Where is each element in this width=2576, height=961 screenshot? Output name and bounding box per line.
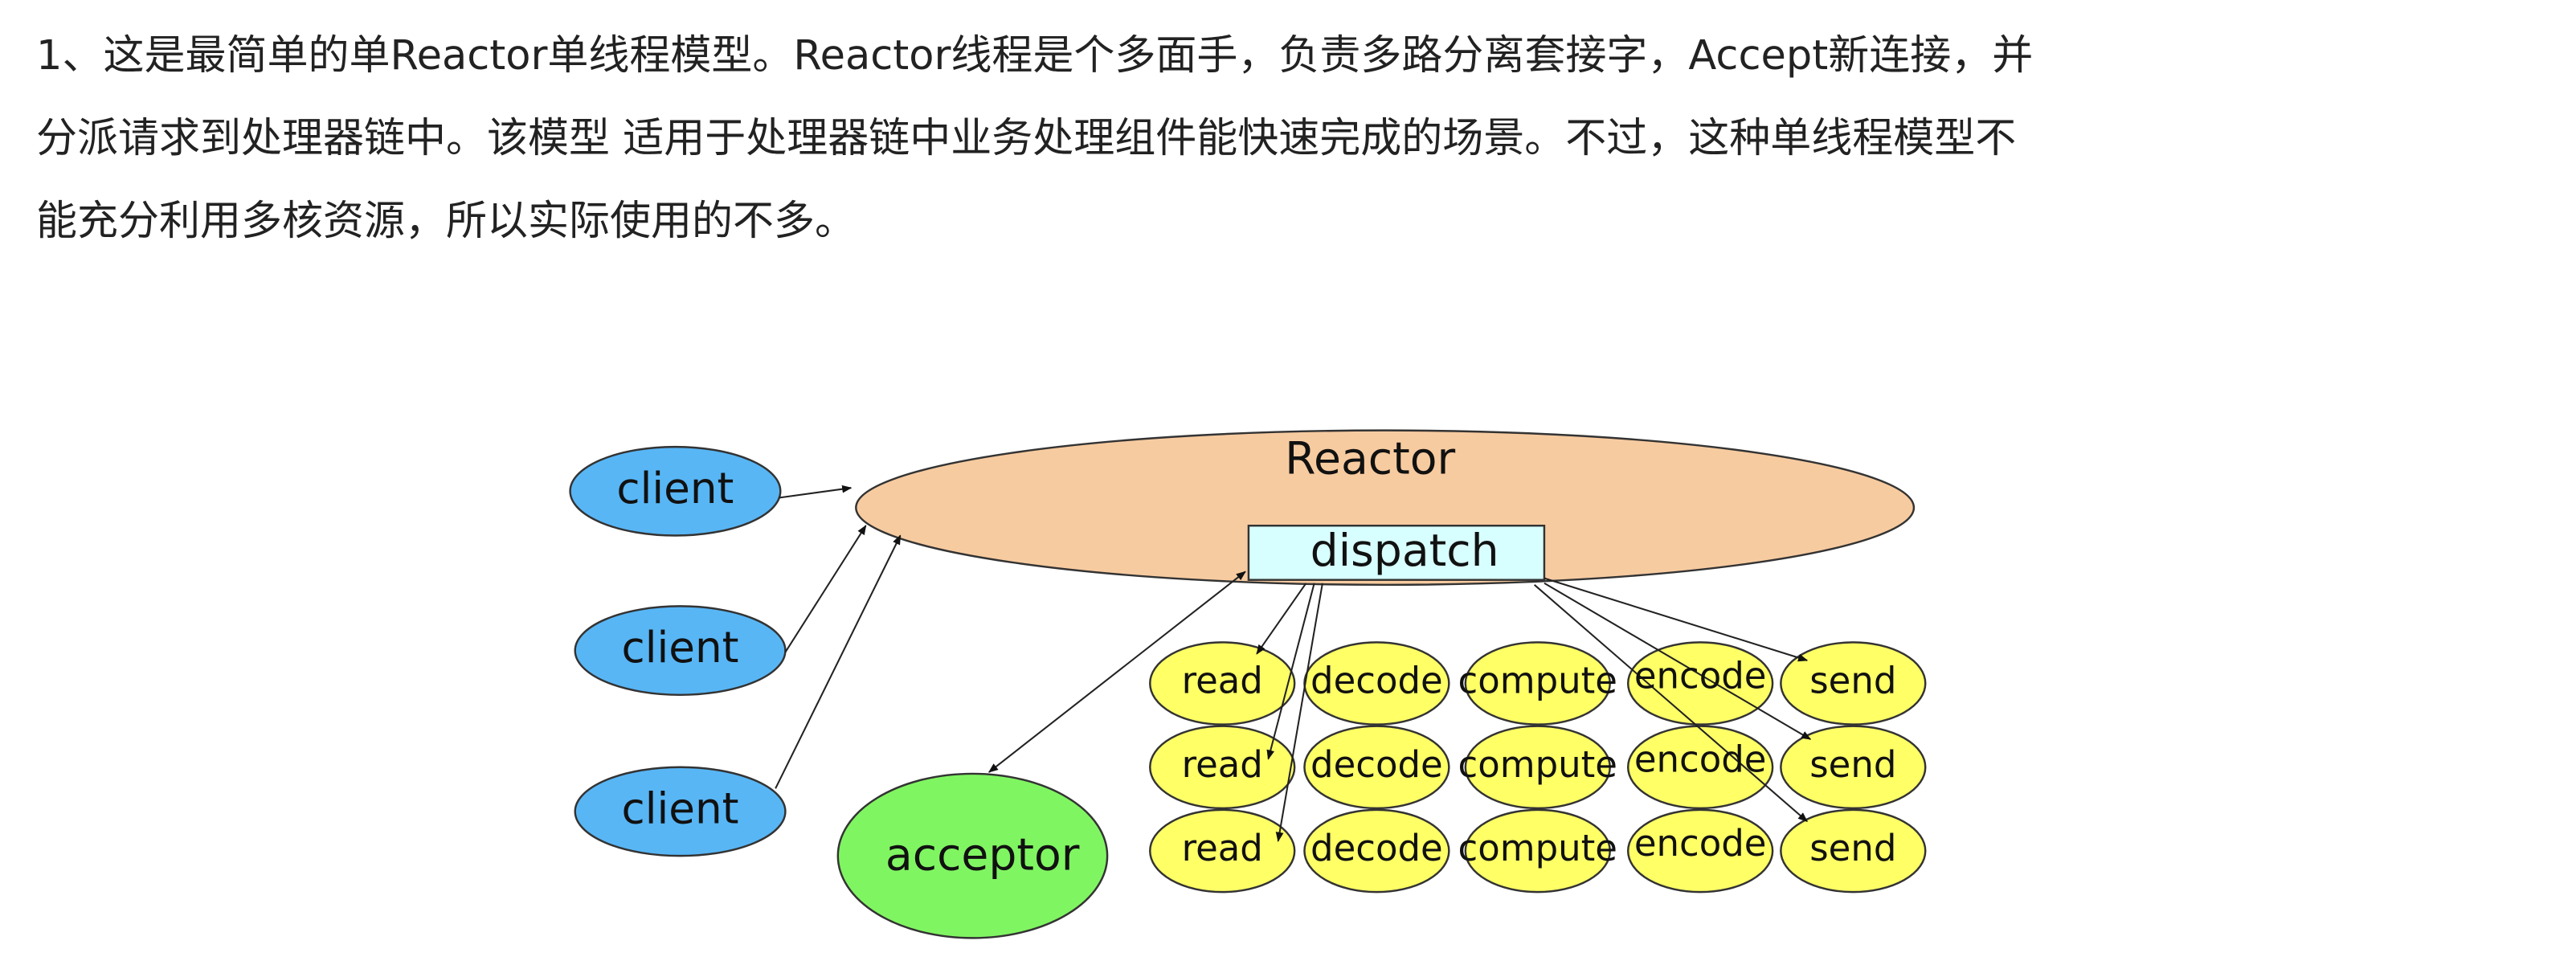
client-label: client: [622, 623, 739, 673]
reactor-diagram: Reactor dispatch client client client accepto…: [569, 429, 1927, 939]
handler-label: send: [1809, 743, 1896, 786]
reactor-label: Reactor: [1285, 434, 1455, 485]
arrow: [784, 525, 867, 653]
handler-label: encode: [1634, 738, 1767, 781]
arrow: [775, 534, 902, 789]
handler-label: decode: [1310, 827, 1443, 869]
handler-label: decode: [1310, 743, 1443, 786]
client-label: client: [622, 784, 739, 834]
handler-label: decode: [1310, 659, 1443, 701]
arrow: [779, 485, 853, 499]
handler-label: compute: [1458, 743, 1617, 786]
handler-label: encode: [1634, 654, 1767, 697]
handler-label: send: [1809, 827, 1896, 869]
handler-label: compute: [1458, 659, 1617, 701]
handler-label: compute: [1458, 827, 1617, 869]
handler-label: send: [1809, 659, 1896, 701]
handler-label: read: [1182, 743, 1263, 786]
handler-label: read: [1182, 827, 1263, 869]
dispatch-label: dispatch: [1310, 525, 1499, 577]
client-label: client: [616, 464, 734, 513]
handler-label: encode: [1634, 822, 1767, 865]
arrow: [1275, 583, 1323, 842]
handler-label: read: [1182, 659, 1263, 701]
acceptor-label: acceptor: [885, 829, 1080, 881]
